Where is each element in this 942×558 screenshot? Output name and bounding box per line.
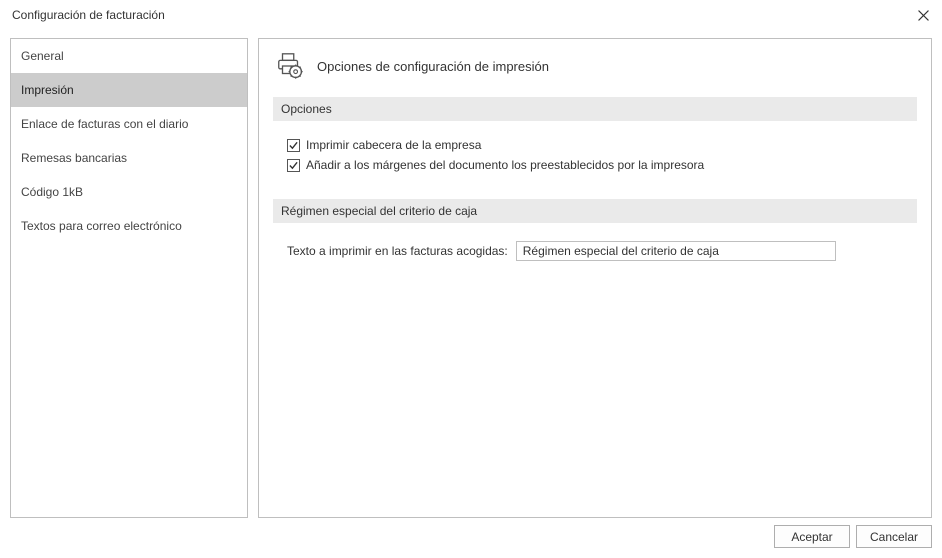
sidebar-item-textos-correo[interactable]: Textos para correo electrónico — [11, 209, 247, 243]
checkbox-anadir-margenes[interactable]: Añadir a los márgenes del documento los … — [273, 155, 917, 175]
window-title: Configuración de facturación — [12, 8, 165, 22]
section-header-opciones: Opciones — [273, 97, 917, 121]
panel-title: Opciones de configuración de impresión — [317, 59, 549, 74]
footer: Aceptar Cancelar — [774, 525, 932, 548]
checkbox-box — [287, 159, 300, 172]
sidebar-item-enlace-facturas[interactable]: Enlace de facturas con el diario — [11, 107, 247, 141]
printer-settings-icon — [275, 51, 305, 81]
checkmark-icon — [289, 161, 298, 170]
field-row-texto-imprimir: Texto a imprimir en las facturas acogida… — [273, 237, 917, 265]
sidebar: General Impresión Enlace de facturas con… — [10, 38, 248, 518]
texto-facturas-input[interactable] — [516, 241, 836, 261]
titlebar: Configuración de facturación — [0, 0, 942, 30]
checkbox-label: Añadir a los márgenes del documento los … — [306, 158, 704, 172]
sidebar-item-label: Impresión — [21, 83, 74, 97]
sidebar-item-label: General — [21, 49, 64, 63]
checkbox-label: Imprimir cabecera de la empresa — [306, 138, 481, 152]
section-header-regimen: Régimen especial del criterio de caja — [273, 199, 917, 223]
content-area: General Impresión Enlace de facturas con… — [0, 30, 942, 518]
sidebar-item-impresion[interactable]: Impresión — [11, 73, 247, 107]
sidebar-item-label: Remesas bancarias — [21, 151, 127, 165]
sidebar-item-label: Textos para correo electrónico — [21, 219, 182, 233]
checkbox-box — [287, 139, 300, 152]
close-button[interactable] — [914, 6, 932, 24]
cancel-button[interactable]: Cancelar — [856, 525, 932, 548]
checkmark-icon — [289, 141, 298, 150]
sidebar-item-codigo-1kb[interactable]: Código 1kB — [11, 175, 247, 209]
sidebar-item-general[interactable]: General — [11, 39, 247, 73]
checkbox-imprimir-cabecera[interactable]: Imprimir cabecera de la empresa — [273, 135, 917, 155]
accept-button[interactable]: Aceptar — [774, 525, 850, 548]
sidebar-item-remesas[interactable]: Remesas bancarias — [11, 141, 247, 175]
field-label: Texto a imprimir en las facturas acogida… — [287, 244, 508, 258]
sidebar-item-label: Enlace de facturas con el diario — [21, 117, 188, 131]
main-panel: Opciones de configuración de impresión O… — [258, 38, 932, 518]
sidebar-item-label: Código 1kB — [21, 185, 83, 199]
panel-header: Opciones de configuración de impresión — [273, 51, 917, 81]
close-icon — [918, 10, 929, 21]
